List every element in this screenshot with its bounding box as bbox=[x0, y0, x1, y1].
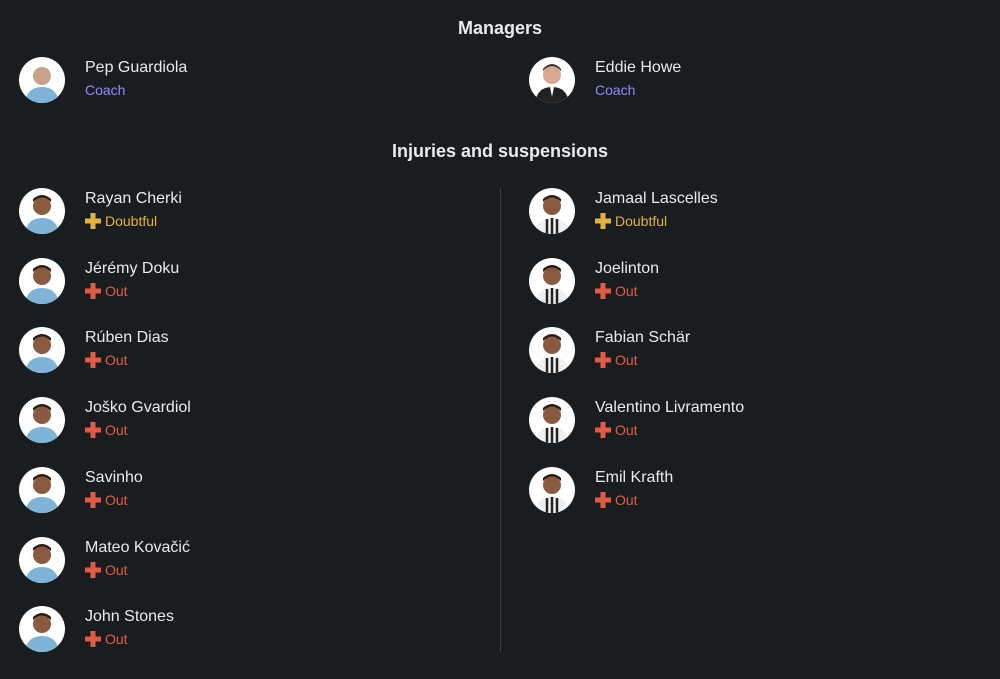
player-name: Savinho bbox=[85, 469, 143, 486]
player-name: Fabian Schär bbox=[595, 329, 691, 346]
player-photo-icon bbox=[19, 606, 65, 652]
injury-row[interactable]: Jamaal Lascelles Doubtful bbox=[529, 188, 929, 236]
status-label: Out bbox=[615, 352, 638, 368]
player-name: Emil Krafth bbox=[595, 469, 674, 486]
player-status: Out bbox=[85, 631, 128, 647]
managers-heading: Managers bbox=[457, 18, 543, 38]
player-name: Jérémy Doku bbox=[85, 260, 180, 277]
player-photo-icon bbox=[529, 397, 575, 443]
player-name: Rayan Cherki bbox=[85, 190, 182, 207]
status-label: Doubtful bbox=[105, 213, 158, 229]
medical-cross-icon bbox=[85, 422, 101, 438]
player-photo-icon bbox=[19, 467, 65, 513]
player-photo-icon bbox=[529, 258, 575, 304]
status-label: Out bbox=[105, 562, 128, 578]
status-label: Doubtful bbox=[615, 213, 668, 229]
medical-cross-icon bbox=[595, 213, 611, 229]
medical-cross-icon bbox=[85, 213, 101, 229]
manager-name: Eddie Howe bbox=[595, 59, 682, 76]
player-photo-icon bbox=[19, 397, 65, 443]
injury-row[interactable]: Mateo Kovačić Out bbox=[19, 537, 419, 585]
medical-cross-icon bbox=[595, 422, 611, 438]
player-status: Out bbox=[85, 422, 128, 438]
player-name: Valentino Livramento bbox=[595, 399, 745, 416]
medical-cross-icon bbox=[595, 492, 611, 508]
player-name: Joelinton bbox=[595, 260, 660, 277]
player-name: Joško Gvardiol bbox=[85, 399, 191, 416]
player-photo-icon bbox=[19, 537, 65, 583]
injury-row[interactable]: John Stones Out bbox=[19, 606, 419, 654]
injury-row[interactable]: Fabian Schär Out bbox=[529, 327, 929, 375]
injury-row[interactable]: Rayan Cherki Doubtful bbox=[19, 188, 419, 236]
player-photo-icon bbox=[529, 327, 575, 373]
player-status: Out bbox=[85, 352, 128, 368]
player-status: Out bbox=[595, 422, 638, 438]
medical-cross-icon bbox=[85, 631, 101, 647]
player-status: Out bbox=[595, 283, 638, 299]
injury-row[interactable]: Jérémy Doku Out bbox=[19, 258, 419, 306]
injury-row[interactable]: Emil Krafth Out bbox=[529, 467, 929, 515]
manager-role: Coach bbox=[595, 82, 636, 98]
player-status: Out bbox=[85, 562, 128, 578]
player-name: John Stones bbox=[85, 608, 174, 625]
medical-cross-icon bbox=[85, 352, 101, 368]
player-status: Out bbox=[595, 492, 638, 508]
player-photo-icon bbox=[19, 258, 65, 304]
manager-home[interactable]: Pep Guardiola Coach bbox=[19, 57, 319, 105]
medical-cross-icon bbox=[85, 492, 101, 508]
player-status: Out bbox=[85, 283, 128, 299]
status-label: Out bbox=[615, 492, 638, 508]
player-status: Out bbox=[595, 352, 638, 368]
player-name: Mateo Kovačić bbox=[85, 539, 190, 556]
player-name: Rúben Dias bbox=[85, 329, 169, 346]
medical-cross-icon bbox=[85, 562, 101, 578]
column-divider bbox=[500, 188, 501, 652]
status-label: Out bbox=[105, 283, 128, 299]
player-status: Doubtful bbox=[595, 213, 667, 229]
status-label: Out bbox=[615, 422, 638, 438]
injury-row[interactable]: Savinho Out bbox=[19, 467, 419, 515]
manager-photo-icon bbox=[529, 57, 575, 103]
player-photo-icon bbox=[529, 467, 575, 513]
status-label: Out bbox=[105, 492, 128, 508]
status-label: Out bbox=[105, 352, 128, 368]
status-label: Out bbox=[105, 631, 128, 647]
manager-name: Pep Guardiola bbox=[85, 59, 188, 76]
medical-cross-icon bbox=[595, 352, 611, 368]
injury-row[interactable]: Valentino Livramento Out bbox=[529, 397, 929, 445]
player-status: Out bbox=[85, 492, 128, 508]
manager-away[interactable]: Eddie Howe Coach bbox=[529, 57, 829, 105]
player-name: Jamaal Lascelles bbox=[595, 190, 718, 207]
medical-cross-icon bbox=[85, 283, 101, 299]
player-photo-icon bbox=[529, 188, 575, 234]
status-label: Out bbox=[615, 283, 638, 299]
injury-row[interactable]: Joelinton Out bbox=[529, 258, 929, 306]
player-status: Doubtful bbox=[85, 213, 157, 229]
status-label: Out bbox=[105, 422, 128, 438]
medical-cross-icon bbox=[595, 283, 611, 299]
manager-role: Coach bbox=[85, 82, 126, 98]
injury-row[interactable]: Joško Gvardiol Out bbox=[19, 397, 419, 445]
injury-row[interactable]: Rúben Dias Out bbox=[19, 327, 419, 375]
injuries-heading: Injuries and suspensions bbox=[391, 141, 609, 161]
manager-photo-icon bbox=[19, 57, 65, 103]
player-photo-icon bbox=[19, 327, 65, 373]
player-photo-icon bbox=[19, 188, 65, 234]
